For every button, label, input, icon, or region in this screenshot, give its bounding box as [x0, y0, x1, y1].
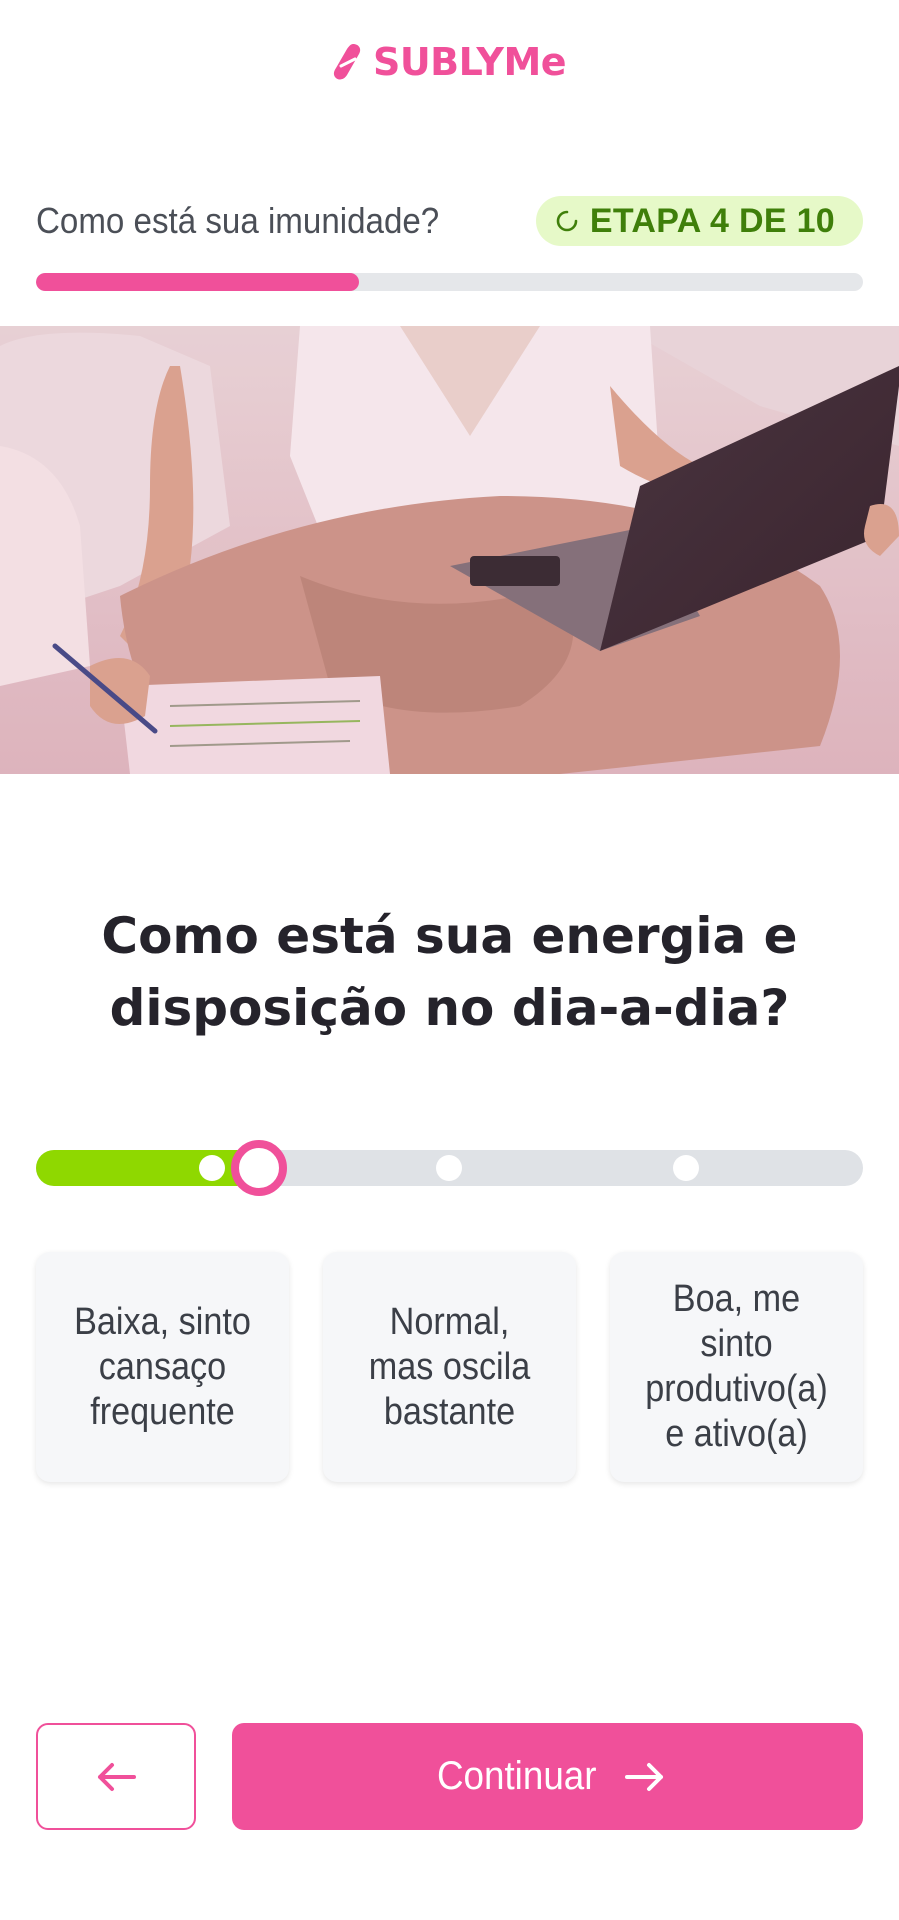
- hero-illustration: [0, 326, 899, 774]
- step-title: Como está sua imunidade?: [36, 200, 440, 241]
- continue-label: Continuar: [436, 1754, 597, 1798]
- slider-fill: [36, 1150, 260, 1186]
- logo-mark-icon: [333, 44, 361, 80]
- option-label: Boa, me sinto produtivo(a) e ativo(a): [645, 1278, 828, 1455]
- arrow-right-icon: [625, 1762, 664, 1791]
- brand-name: SUBLYMe: [372, 40, 567, 84]
- step-progress-fill: [36, 273, 359, 291]
- back-button[interactable]: [36, 1723, 196, 1830]
- question-title: Como está sua energia e disposição no di…: [101, 907, 798, 1037]
- loading-spinner-icon: [556, 210, 578, 232]
- slider-stop-dot[interactable]: [673, 1155, 699, 1181]
- option-label: Baixa, sinto cansaço frequente: [74, 1300, 251, 1433]
- energy-slider[interactable]: [36, 1140, 863, 1196]
- hero-image: [0, 326, 899, 774]
- step-badge-label: ETAPA 4 DE 10: [589, 201, 835, 240]
- answer-options: Baixa, sinto cansaço frequente Normal, m…: [36, 1252, 863, 1482]
- arrow-left-icon: [98, 1762, 136, 1791]
- option-card-normal[interactable]: Normal, mas oscila bastante: [323, 1252, 576, 1482]
- continue-button[interactable]: Continuar: [232, 1723, 863, 1830]
- option-card-good[interactable]: Boa, me sinto produtivo(a) e ativo(a): [610, 1252, 863, 1482]
- brand-logo: SUBLYMe: [0, 40, 899, 84]
- option-label: Normal, mas oscila bastante: [368, 1300, 531, 1433]
- step-badge: ETAPA 4 DE 10: [535, 196, 863, 246]
- step-progress-bar: [36, 273, 863, 291]
- option-card-low[interactable]: Baixa, sinto cansaço frequente: [36, 1252, 289, 1482]
- slider-stop-dot[interactable]: [199, 1155, 225, 1181]
- slider-stop-dot[interactable]: [436, 1155, 462, 1181]
- slider-thumb[interactable]: [231, 1140, 288, 1196]
